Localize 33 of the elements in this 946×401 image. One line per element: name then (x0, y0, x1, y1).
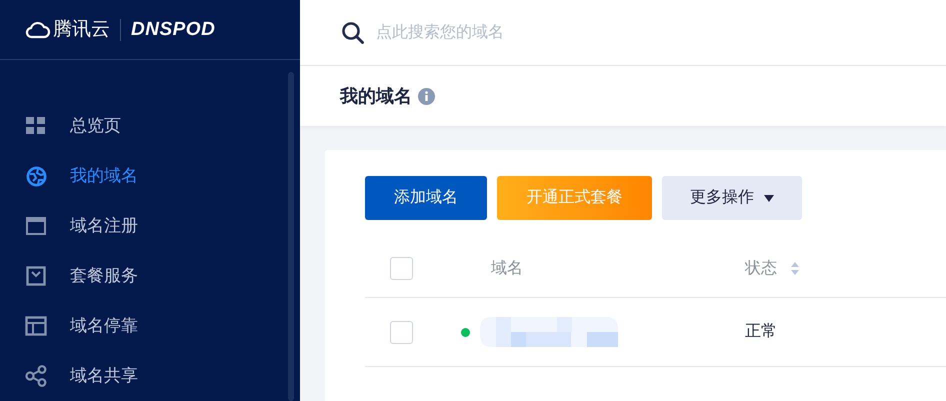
info-icon[interactable] (418, 88, 435, 104)
nav-label: 域名共享 (70, 365, 138, 388)
column-header: 域名 (491, 260, 523, 276)
nav-item[interactable]: 总览页 (0, 101, 300, 151)
share-icon (25, 365, 47, 387)
dropdown-button[interactable]: 更多操作 (662, 176, 802, 220)
window-icon (26, 217, 46, 235)
page-title: 我的域名 (340, 84, 412, 108)
box-icon (26, 266, 46, 286)
cloud-icon (25, 20, 51, 38)
grid-icon (26, 117, 46, 135)
nav-label: 域名注册 (70, 215, 138, 238)
nav-label: 我的域名 (70, 165, 138, 188)
scrollbar[interactable] (288, 72, 294, 401)
search-icon (341, 20, 365, 44)
nav-item[interactable]: 域名注册 (0, 201, 300, 251)
globe-icon (26, 166, 46, 186)
status-text: 正常 (745, 322, 777, 342)
checkbox[interactable] (390, 257, 413, 280)
checkbox[interactable] (390, 320, 413, 344)
nav-item[interactable]: 套餐服务 (0, 251, 300, 301)
brand-name: 腾讯云 (53, 20, 110, 39)
caret-icon (764, 194, 774, 202)
nav-label: 总览页 (70, 115, 121, 138)
sort-icon[interactable] (791, 262, 799, 275)
layout-icon (25, 316, 47, 336)
product-logo: DNSPOD (131, 20, 216, 39)
nav-item[interactable]: 我的域名 (0, 151, 300, 201)
nav-label: 域名停靠 (70, 315, 138, 338)
action-button[interactable]: 添加域名 (365, 176, 487, 220)
nav-label: 套餐服务 (70, 265, 138, 288)
nav-item[interactable]: 域名共享 (0, 351, 300, 401)
nav-item[interactable]: 域名停靠 (0, 301, 300, 351)
